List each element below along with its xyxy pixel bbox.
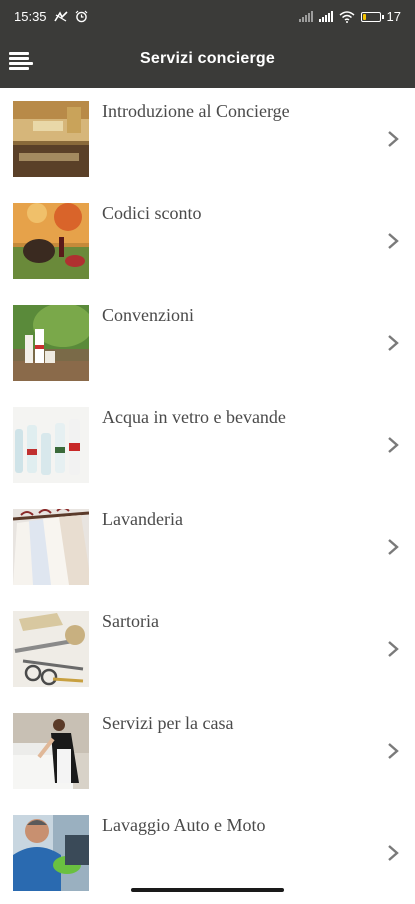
page-title: Servizi concierge — [139, 50, 276, 67]
chevron-right-icon — [388, 233, 399, 249]
autumn-wine-picnic-photo — [13, 203, 89, 279]
shirts-on-hangers-photo — [13, 509, 89, 585]
list-item-label: Acqua in vetro e bevande — [102, 407, 286, 427]
car-wash-man-photo — [13, 815, 89, 891]
list-item-agreements[interactable]: Convenzioni — [0, 292, 415, 394]
chevron-right-icon — [388, 437, 399, 453]
list-item-label: Codici sconto — [102, 203, 202, 223]
alarm-icon — [75, 10, 87, 23]
list-item-label: Convenzioni — [102, 305, 194, 325]
status-bar: 15:35 17 — [0, 0, 415, 34]
app-bar: Servizi concierge — [0, 34, 415, 88]
list-item-label: Servizi per la casa — [102, 713, 234, 733]
status-time: 15:35 — [14, 9, 47, 24]
services-list: Introduzione al Concierge Codici sconto — [0, 88, 415, 904]
list-item-glass-water[interactable]: Acqua in vetro e bevande — [0, 394, 415, 496]
list-item-concierge-intro[interactable]: Introduzione al Concierge — [0, 88, 415, 190]
glass-bottles-photo — [13, 407, 89, 483]
cosmetics-bottles-photo — [13, 305, 89, 381]
concierge-desk-photo — [13, 101, 89, 177]
chevron-right-icon — [388, 539, 399, 555]
list-item-tailoring[interactable]: Sartoria — [0, 598, 415, 700]
wifi-icon — [339, 10, 355, 23]
list-item-label: Sartoria — [102, 611, 159, 631]
tailoring-tools-photo — [13, 611, 89, 687]
list-item-label: Lavanderia — [102, 509, 183, 529]
data-saver-icon — [53, 10, 68, 22]
chevron-right-icon — [388, 335, 399, 351]
signal-icon-sim1 — [298, 11, 313, 22]
chevron-right-icon — [388, 131, 399, 147]
battery-percent: 17 — [386, 9, 401, 24]
gesture-home-bar[interactable] — [131, 888, 284, 892]
battery-icon — [360, 11, 384, 22]
list-item-label: Introduzione al Concierge — [102, 101, 290, 121]
list-item-home-services[interactable]: Servizi per la casa — [0, 700, 415, 802]
housekeeper-bed-photo — [13, 713, 89, 789]
chevron-right-icon — [388, 743, 399, 759]
chevron-right-icon — [388, 845, 399, 861]
signal-icon-sim2 — [318, 11, 333, 22]
list-item-discount-codes[interactable]: Codici sconto — [0, 190, 415, 292]
list-item-laundry[interactable]: Lavanderia — [0, 496, 415, 598]
list-item-label: Lavaggio Auto e Moto — [102, 815, 266, 835]
chevron-right-icon — [388, 641, 399, 657]
